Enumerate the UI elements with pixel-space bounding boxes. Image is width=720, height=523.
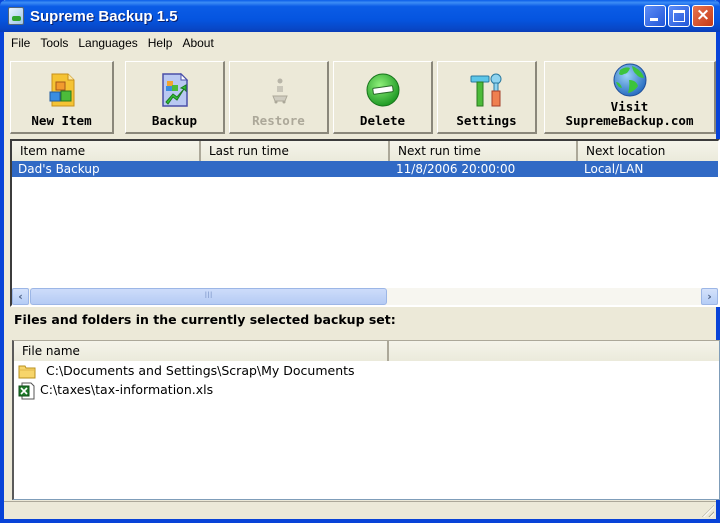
folder-icon [18,363,36,379]
new-item-icon [44,72,80,108]
new-item-label: New Item [31,113,92,128]
menu-bar: File Tools Languages Help About [4,32,716,54]
chevron-right-icon: › [707,290,712,303]
minimize-icon [650,18,658,21]
cell-last-run-time [201,161,390,177]
cell-next-location: Local/LAN [584,162,644,176]
window-title: Supreme Backup 1.5 [30,7,178,25]
visit-label-line2: SupremeBackup.com [565,113,694,128]
restore-icon [261,72,297,108]
files-list[interactable]: File name C:\Documents and Settings\Scra… [12,340,720,500]
menu-file[interactable]: File [6,34,35,52]
close-button[interactable]: × [692,5,714,27]
cell-item-name: Dad's Backup [18,162,100,176]
settings-label: Settings [456,113,517,128]
file-path: C:\taxes\tax-information.xls [40,382,214,397]
resize-grip-icon[interactable] [702,505,714,517]
backup-button[interactable]: Backup [125,61,225,134]
items-table-header: Item name Last run time Next run time Ne… [12,141,718,161]
restore-label: Restore [252,113,305,128]
column-empty [389,341,719,361]
title-bar[interactable]: Supreme Backup 1.5 × [0,0,720,32]
status-bar [4,501,716,519]
delete-button[interactable]: Delete [333,61,433,134]
visit-label-line1: Visit [610,99,649,114]
menu-about[interactable]: About [177,34,218,52]
new-item-button[interactable]: New Item [10,61,114,134]
maximize-button[interactable] [668,5,690,27]
globe-icon [612,62,648,98]
toolbar: New Item Backup Restore Delete Settings … [8,58,716,136]
menu-languages[interactable]: Languages [73,34,142,52]
files-section-label: Files and folders in the currently selec… [14,312,396,327]
backup-items-list[interactable]: Item name Last run time Next run time Ne… [10,139,720,307]
scroll-right-button[interactable]: › [701,288,718,305]
app-icon [8,7,24,25]
backup-label: Backup [151,113,198,128]
delete-icon [365,72,401,108]
list-item[interactable]: C:\taxes\tax-information.xls [14,380,719,399]
backup-icon [157,72,193,108]
visit-website-button[interactable]: Visit SupremeBackup.com [544,61,716,134]
settings-button[interactable]: Settings [437,61,537,134]
app-window: Supreme Backup 1.5 × File Tools Language… [0,0,720,523]
column-next-location[interactable]: Next location [578,141,718,161]
table-row[interactable]: Dad's Backup 11/8/2006 20:00:00 Local/LA… [12,161,718,177]
list-item[interactable]: C:\Documents and Settings\Scrap\My Docum… [14,361,719,380]
cell-next-run-time: 11/8/2006 20:00:00 [396,162,516,176]
files-table-header: File name [14,341,719,361]
horizontal-scrollbar[interactable]: ‹ III › [12,288,718,305]
menu-help[interactable]: Help [143,34,178,52]
chevron-left-icon: ‹ [18,290,23,303]
maximize-icon [673,10,685,22]
excel-file-icon [18,382,36,399]
minimize-button[interactable] [644,5,666,27]
column-item-name[interactable]: Item name [12,141,201,161]
menu-tools[interactable]: Tools [35,34,73,52]
scrollbar-thumb[interactable]: III [30,288,387,305]
close-icon: × [695,5,711,25]
column-next-run-time[interactable]: Next run time [390,141,578,161]
column-last-run-time[interactable]: Last run time [201,141,390,161]
column-file-name[interactable]: File name [14,341,390,361]
delete-label: Delete [359,113,406,128]
restore-button[interactable]: Restore [229,61,329,134]
scroll-left-button[interactable]: ‹ [12,288,29,305]
file-path: C:\Documents and Settings\Scrap\My Docum… [46,363,355,378]
settings-icon [469,72,505,108]
